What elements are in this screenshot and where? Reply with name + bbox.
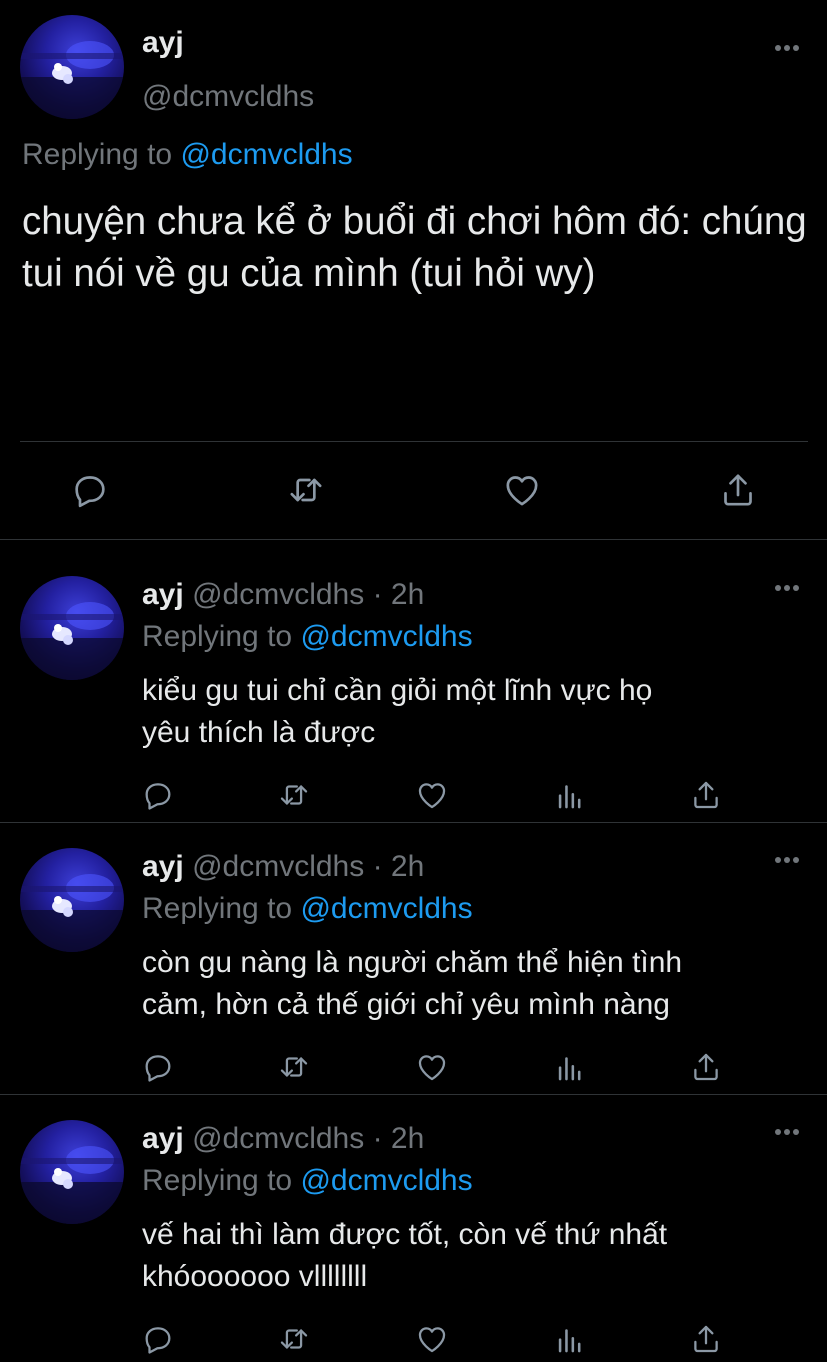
tweet-text-line: khóoooooo vllllllll bbox=[142, 1260, 368, 1293]
timestamp[interactable]: · 2h bbox=[373, 578, 425, 611]
avatar[interactable] bbox=[20, 15, 124, 119]
reply-icon[interactable] bbox=[141, 778, 175, 812]
user-name[interactable]: ayj bbox=[142, 26, 184, 60]
tweet-text-line: cảm, hờn cả thế giới chỉ yêu mình nàng bbox=[142, 988, 670, 1021]
replying-to-label: Replying to bbox=[142, 892, 293, 925]
user-name[interactable]: ayj bbox=[142, 1122, 184, 1155]
retweet-icon[interactable] bbox=[277, 1322, 311, 1356]
timestamp[interactable]: · 2h bbox=[373, 850, 425, 883]
tweet-text-line: yêu thích là được bbox=[142, 716, 376, 749]
retweet-icon[interactable] bbox=[277, 1050, 311, 1084]
replying-to: Replying to @dcmvcldhs bbox=[142, 892, 473, 926]
reply-icon[interactable] bbox=[70, 470, 110, 510]
tweet-header: ayj @dcmvcldhs · 2h bbox=[142, 850, 424, 884]
tweet-text: chuyện chưa kể ở buổi đi chơi hôm đó: ch… bbox=[22, 200, 807, 295]
more-options-icon[interactable] bbox=[774, 43, 800, 53]
tweet-text: còn gu nàng là người chăm thể hiện tình … bbox=[142, 942, 812, 1026]
mention-link[interactable]: @dcmvcldhs bbox=[300, 1164, 472, 1197]
main-tweet: ayj @dcmvcldhs Replying to @dcmvcldhs ch… bbox=[0, 0, 827, 540]
replying-to: Replying to @dcmvcldhs bbox=[142, 620, 473, 654]
retweet-icon[interactable] bbox=[277, 778, 311, 812]
divider bbox=[20, 441, 808, 442]
user-name[interactable]: ayj bbox=[142, 578, 184, 611]
reply-tweet[interactable]: ayj @dcmvcldhs · 2h Replying to @dcmvcld… bbox=[0, 550, 827, 822]
tweet-text-line: vế hai thì làm được tốt, còn vế thứ nhất bbox=[142, 1218, 668, 1251]
share-icon[interactable] bbox=[718, 470, 758, 510]
tweet-text-line: kiểu gu tui chỉ cần giỏi một lĩnh vực họ bbox=[142, 674, 653, 707]
analytics-icon[interactable] bbox=[553, 778, 587, 812]
avatar[interactable] bbox=[20, 848, 124, 952]
like-icon[interactable] bbox=[415, 1050, 449, 1084]
tweet-text: kiểu gu tui chỉ cần giỏi một lĩnh vực họ… bbox=[142, 670, 812, 754]
mention-link[interactable]: @dcmvcldhs bbox=[180, 138, 352, 171]
tweet-text-line: còn gu nàng là người chăm thể hiện tình bbox=[142, 946, 683, 979]
more-options-icon[interactable] bbox=[774, 1127, 800, 1137]
share-icon[interactable] bbox=[689, 1050, 723, 1084]
reply-icon[interactable] bbox=[141, 1050, 175, 1084]
avatar[interactable] bbox=[20, 1120, 124, 1224]
share-icon[interactable] bbox=[689, 1322, 723, 1356]
tweet-text: vế hai thì làm được tốt, còn vế thứ nhất… bbox=[142, 1214, 812, 1298]
like-icon[interactable] bbox=[502, 470, 542, 510]
more-options-icon[interactable] bbox=[774, 855, 800, 865]
share-icon[interactable] bbox=[689, 778, 723, 812]
avatar[interactable] bbox=[20, 576, 124, 680]
reply-tweet[interactable]: ayj @dcmvcldhs · 2h Replying to @dcmvcld… bbox=[0, 1094, 827, 1362]
timestamp[interactable]: · 2h bbox=[373, 1122, 425, 1155]
retweet-icon[interactable] bbox=[286, 470, 326, 510]
reply-tweet[interactable]: ayj @dcmvcldhs · 2h Replying to @dcmvcld… bbox=[0, 822, 827, 1094]
user-handle[interactable]: @dcmvcldhs bbox=[192, 850, 364, 883]
replying-to-label: Replying to bbox=[22, 138, 173, 171]
like-icon[interactable] bbox=[415, 1322, 449, 1356]
user-handle[interactable]: @dcmvcldhs bbox=[142, 80, 314, 114]
analytics-icon[interactable] bbox=[553, 1050, 587, 1084]
tweet-header: ayj @dcmvcldhs · 2h bbox=[142, 578, 424, 612]
mention-link[interactable]: @dcmvcldhs bbox=[300, 892, 472, 925]
mention-link[interactable]: @dcmvcldhs bbox=[300, 620, 472, 653]
like-icon[interactable] bbox=[415, 778, 449, 812]
user-handle[interactable]: @dcmvcldhs bbox=[192, 578, 364, 611]
tweet-header: ayj @dcmvcldhs · 2h bbox=[142, 1122, 424, 1156]
replying-to-label: Replying to bbox=[142, 1164, 293, 1197]
replying-to-label: Replying to bbox=[142, 620, 293, 653]
reply-icon[interactable] bbox=[141, 1322, 175, 1356]
analytics-icon[interactable] bbox=[553, 1322, 587, 1356]
more-options-icon[interactable] bbox=[774, 583, 800, 593]
user-name[interactable]: ayj bbox=[142, 850, 184, 883]
divider bbox=[0, 539, 827, 540]
replying-to: Replying to @dcmvcldhs bbox=[22, 138, 353, 172]
replying-to: Replying to @dcmvcldhs bbox=[142, 1164, 473, 1198]
user-handle[interactable]: @dcmvcldhs bbox=[192, 1122, 364, 1155]
